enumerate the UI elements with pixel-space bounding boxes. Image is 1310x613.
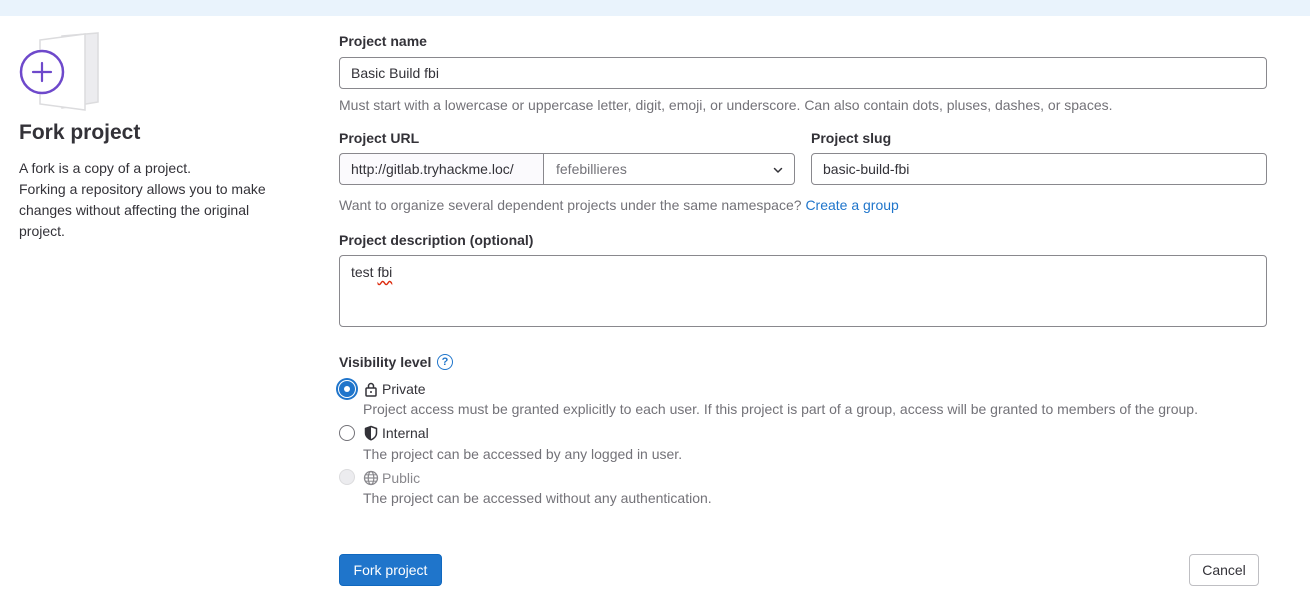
description-line: A fork is a copy of a project.	[19, 160, 191, 176]
visibility-public-label: Public	[382, 470, 421, 486]
lock-icon	[365, 382, 377, 397]
visibility-public-radio	[339, 469, 355, 485]
project-name-input[interactable]	[339, 57, 1267, 89]
help-question-icon[interactable]: ?	[437, 354, 453, 370]
visibility-private-label[interactable]: Private	[382, 381, 426, 397]
project-name-help: Must start with a lowercase or uppercase…	[339, 97, 1113, 113]
page-description: A fork is a copy of a project. Forking a…	[19, 158, 294, 242]
group-hint: Want to organize several dependent proje…	[339, 197, 899, 213]
project-name-label: Project name	[339, 33, 427, 49]
create-group-link[interactable]: Create a group	[805, 197, 898, 213]
cancel-button[interactable]: Cancel	[1189, 554, 1259, 586]
visibility-private-radio[interactable]	[339, 381, 355, 397]
shield-icon	[364, 425, 378, 441]
project-url-prefix: http://gitlab.tryhackme.loc/	[339, 153, 544, 185]
project-description-label: Project description (optional)	[339, 232, 534, 248]
visibility-internal-description: The project can be accessed by any logge…	[363, 446, 683, 462]
fork-project-button[interactable]: Fork project	[339, 554, 442, 586]
project-description-textarea[interactable]: test fbi	[339, 255, 1267, 327]
description-line: Forking a repository allows you to make …	[19, 181, 266, 239]
visibility-internal-radio[interactable]	[339, 425, 355, 441]
page-title: Fork project	[19, 121, 141, 144]
group-hint-text: Want to organize several dependent proje…	[339, 197, 802, 213]
chevron-down-icon	[773, 167, 783, 173]
fork-illustration-icon	[19, 32, 99, 111]
visibility-private-description: Project access must be granted explicitl…	[363, 401, 1198, 417]
namespace-select-value: fefebillieres	[556, 161, 627, 177]
project-slug-input[interactable]	[811, 153, 1267, 185]
namespace-select[interactable]: fefebillieres	[543, 153, 795, 185]
description-word-misspelled: fbi	[377, 264, 393, 280]
visibility-internal-label[interactable]: Internal	[382, 425, 429, 441]
top-header-strip	[0, 0, 1310, 16]
project-url-label: Project URL	[339, 130, 420, 146]
description-word: test	[351, 264, 374, 280]
globe-icon	[363, 470, 379, 486]
project-slug-label: Project slug	[811, 130, 892, 146]
visibility-public-description: The project can be accessed without any …	[363, 490, 712, 506]
visibility-label: Visibility level	[339, 354, 432, 370]
